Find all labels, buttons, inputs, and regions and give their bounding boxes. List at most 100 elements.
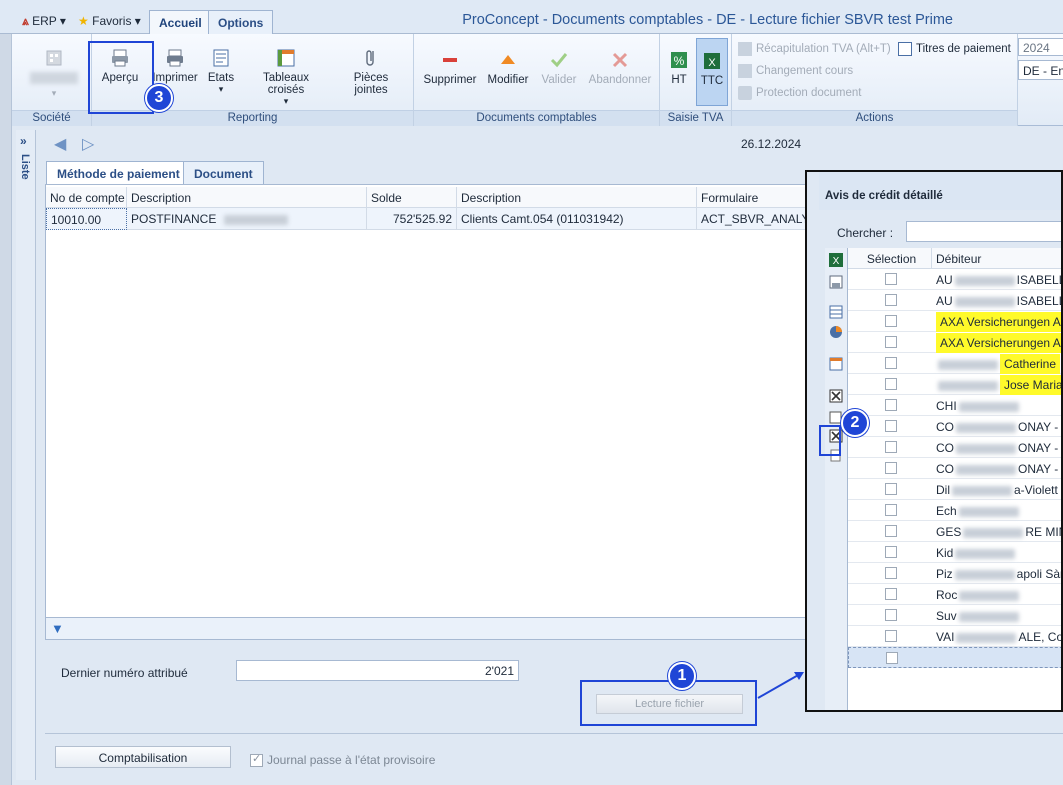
row-checkbox[interactable] (885, 609, 897, 621)
previous-arrow-icon[interactable]: ◀ (54, 134, 66, 154)
debtor-row[interactable]: CO ONAY - S (848, 437, 1061, 458)
column-header[interactable]: Sélection (848, 248, 932, 269)
row-checkbox[interactable] (885, 525, 897, 537)
pieces-jointes-button[interactable]: Pièces jointes (346, 48, 396, 96)
row-checkbox[interactable] (885, 420, 897, 432)
row-checkbox[interactable] (885, 357, 897, 369)
row-checkbox[interactable] (885, 399, 897, 411)
ht-button[interactable]: % HT (666, 50, 692, 86)
debtor-row[interactable]: VAI ALE, Com (848, 626, 1061, 647)
select-all-icon[interactable] (828, 388, 844, 404)
column-header[interactable]: Formulaire (697, 187, 807, 208)
tab-document[interactable]: Document (183, 161, 264, 184)
column-header[interactable]: Description (127, 187, 367, 208)
pivot-icon[interactable] (828, 356, 844, 372)
search-input[interactable] (906, 221, 1061, 242)
row-checkbox[interactable] (885, 630, 897, 642)
table-cell-solde[interactable]: 752'525.92 (367, 208, 457, 230)
next-arrow-icon[interactable]: ▷ (82, 134, 94, 154)
row-checkbox[interactable] (885, 441, 897, 453)
tableaux-croises-button[interactable]: Tableaux croisés ▾ (244, 48, 328, 107)
table-cell-formulaire[interactable]: ACT_SBVR_ANALYSE_E (697, 208, 807, 230)
debtor-row[interactable]: AXA Versicherungen AG (848, 332, 1061, 353)
debtor-row[interactable]: Catherine (848, 353, 1061, 374)
recap-tva-item[interactable]: Récapitulation TVA (Alt+T) (738, 42, 891, 56)
expand-icon[interactable]: » (20, 134, 27, 148)
tab-methode-paiement[interactable]: Méthode de paiement (46, 161, 191, 184)
erp-menu[interactable]: ⩓ ERP ▾ (22, 14, 66, 29)
debtor-row[interactable]: AU ISABELL (848, 269, 1061, 290)
row-checkbox[interactable] (886, 652, 898, 664)
debtor-row[interactable]: CO ONAY - S (848, 416, 1061, 437)
etats-button[interactable]: Etats ▾ (204, 48, 238, 95)
debtor-row[interactable]: AXA Versicherungen AG (848, 311, 1061, 332)
journal-provisoire-option[interactable]: Journal passe à l'état provisoire (250, 752, 435, 767)
credit-detail-dialog: Avis de crédit détaillé Chercher : X Sél… (805, 170, 1063, 712)
ttc-button[interactable]: X TTC (696, 38, 728, 106)
imprimer-button[interactable]: Imprimer (148, 48, 202, 84)
row-checkbox[interactable] (885, 588, 897, 600)
debtor-row[interactable]: AU ISABELL (848, 290, 1061, 311)
societe-button[interactable]: ▾ (30, 48, 78, 99)
supprimer-button[interactable]: Supprimer (422, 50, 478, 86)
comptabilisation-button[interactable]: Comptabilisation (55, 746, 231, 768)
debtor-row[interactable]: Kid (848, 542, 1061, 563)
column-header[interactable]: No de compte (46, 187, 127, 208)
titres-paiement-item[interactable]: Titres de paiement (898, 42, 1011, 56)
columns-icon[interactable] (828, 304, 844, 320)
table-cell-description[interactable]: POSTFINANCE (127, 208, 367, 230)
row-checkbox[interactable] (885, 483, 897, 495)
column-header[interactable]: Solde (367, 187, 457, 208)
excel-export-icon[interactable]: X (828, 252, 844, 268)
tax-summary-icon (738, 42, 752, 56)
liste-panel-strip[interactable]: » Liste (16, 130, 36, 780)
favoris-menu[interactable]: ★ Favoris ▾ (78, 14, 141, 28)
row-checkbox[interactable] (885, 546, 897, 558)
debtor-row[interactable]: Roc (848, 584, 1061, 605)
blurred-text (955, 548, 1016, 559)
star-icon: ★ (78, 14, 89, 28)
modifier-button[interactable]: Modifier (484, 50, 532, 86)
debtor-row[interactable]: CHI (848, 395, 1061, 416)
left-collapsed-strip[interactable] (0, 34, 12, 785)
row-checkbox[interactable] (885, 315, 897, 327)
search-label: Chercher : (837, 226, 894, 240)
row-checkbox[interactable] (885, 462, 897, 474)
column-header[interactable]: Débiteur (932, 248, 1061, 269)
tab-accueil[interactable]: Accueil (149, 10, 212, 34)
debtor-row[interactable]: Piz apoli Sàr (848, 563, 1061, 584)
abandonner-button[interactable]: Abandonner (586, 50, 654, 86)
year-field[interactable]: 2024 (1018, 38, 1063, 56)
liste-label: Liste (19, 154, 31, 180)
row-checkbox[interactable] (885, 336, 897, 348)
new-row[interactable] (848, 647, 1061, 668)
pie-chart-icon[interactable] (828, 324, 844, 340)
last-number-label: Dernier numéro attribué (61, 666, 188, 680)
row-checkbox[interactable] (885, 378, 897, 390)
debtor-row[interactable]: CO ONAY - S (848, 458, 1061, 479)
row-checkbox[interactable] (885, 504, 897, 516)
debtor-row[interactable]: Jose Maria (848, 374, 1061, 395)
changement-cours-item[interactable]: Changement cours (738, 64, 853, 78)
filter-icon[interactable]: ▼ (51, 621, 64, 636)
save-icon[interactable] (828, 274, 844, 290)
valider-button[interactable]: Valider (538, 50, 580, 86)
protection-document-item[interactable]: Protection document (738, 86, 861, 100)
row-checkbox[interactable] (885, 273, 897, 285)
debtor-name-start: CO (936, 441, 954, 455)
journal-checkbox[interactable] (250, 752, 263, 767)
row-checkbox[interactable] (885, 294, 897, 306)
paperclip-icon (366, 50, 374, 66)
debtor-row[interactable]: Suv (848, 605, 1061, 626)
row-checkbox[interactable] (885, 567, 897, 579)
debtor-row[interactable]: Ech (848, 500, 1061, 521)
last-number-field[interactable]: 2'021 (236, 660, 519, 681)
table-cell-description2[interactable]: Clients Camt.054 (011031942) (457, 208, 697, 230)
tab-options[interactable]: Options (208, 10, 274, 34)
debtor-name-start: Ech (936, 504, 957, 518)
table-cell-account[interactable]: 10010.00 (46, 208, 127, 230)
language-field[interactable]: DE - En (1018, 60, 1063, 80)
column-header[interactable]: Description (457, 187, 697, 208)
debtor-row[interactable]: GES RE MING (848, 521, 1061, 542)
debtor-row[interactable]: Dil a-Violett (848, 479, 1061, 500)
